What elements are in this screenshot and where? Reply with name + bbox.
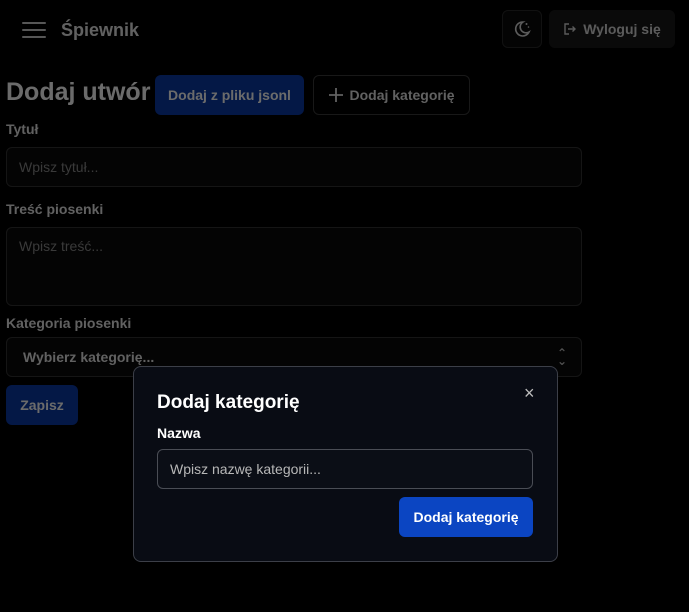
page-title: Dodaj utwór: [6, 78, 151, 106]
save-button[interactable]: Zapisz: [6, 385, 78, 425]
add-category-modal: Dodaj kategorię × Nazwa Dodaj kategorię: [133, 366, 558, 562]
plus-icon: [329, 88, 344, 102]
import-json-button[interactable]: Dodaj z pliku jsonl: [155, 75, 304, 115]
theme-toggle-button[interactable]: [502, 10, 542, 48]
logout-icon: [564, 23, 577, 35]
category-select-value: Wybierz kategorię...: [23, 349, 155, 365]
logout-button[interactable]: Wyloguj się: [549, 10, 675, 48]
category-name-label: Nazwa: [157, 425, 201, 441]
header: Śpiewnik Wyloguj się: [0, 0, 689, 62]
add-category-button[interactable]: Dodaj kategorię: [313, 75, 470, 115]
chevron-updown-icon: ⌃ ⌄: [556, 346, 567, 368]
hamburger-menu-icon[interactable]: [22, 22, 46, 40]
title-label: Tytuł: [6, 121, 39, 137]
logout-label: Wyloguj się: [583, 21, 661, 37]
add-category-label: Dodaj kategorię: [349, 87, 455, 103]
app-title: Śpiewnik: [61, 20, 140, 40]
submit-category-button[interactable]: Dodaj kategorię: [399, 497, 533, 537]
theme-toggle-icon: [514, 21, 531, 37]
category-label: Kategoria piosenki: [6, 315, 132, 331]
category-name-input[interactable]: [157, 449, 533, 489]
modal-title: Dodaj kategorię: [157, 392, 300, 413]
content-textarea[interactable]: [6, 227, 582, 306]
content-label: Treść piosenki: [6, 201, 104, 217]
title-input[interactable]: [6, 147, 582, 187]
close-icon[interactable]: ×: [524, 383, 535, 404]
